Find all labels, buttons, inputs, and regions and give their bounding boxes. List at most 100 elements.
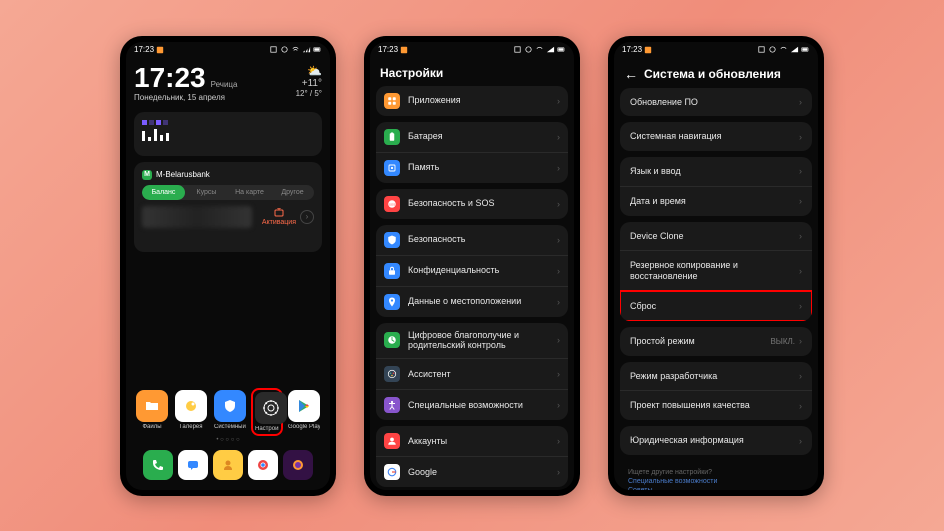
setting-wellbeing[interactable]: Цифровое благополучие и родительский кон… [376, 323, 568, 359]
row-label: Безопасность и SOS [408, 198, 557, 209]
dock-phone[interactable] [143, 450, 173, 480]
chevron-icon: › [799, 401, 802, 411]
app-row: Файлы Галерея Системный диспетчер Настро… [134, 390, 322, 434]
setting-lock[interactable]: Конфиденциальность› [376, 255, 568, 286]
row-label: Простой режим [630, 336, 770, 347]
tab-balance[interactable]: Баланс [142, 185, 185, 200]
status-bar: 17:23 [126, 42, 330, 58]
chevron-icon: › [557, 400, 560, 410]
chevron-icon: › [557, 266, 560, 276]
row-label: Google [408, 467, 557, 478]
clock-widget[interactable]: 17:23 Речица Понедельник, 15 апреля ⛅ +1… [134, 64, 322, 102]
lock-icon [384, 263, 400, 279]
date-label: Понедельник, 15 апреля [134, 93, 237, 102]
setting-accessibility[interactable]: Специальные возможности› [376, 389, 568, 420]
system-row[interactable]: Device Clone› [620, 222, 812, 251]
app-google-play[interactable]: Google Play [288, 390, 320, 434]
dock-messages[interactable] [178, 450, 208, 480]
weather-widget[interactable]: ⛅ +11° 12° / 5° [296, 64, 322, 98]
app-system-manager[interactable]: Системный диспетчер [214, 390, 246, 434]
setting-memory[interactable]: Память› [376, 152, 568, 183]
sos-icon: SOS [384, 196, 400, 212]
system-row[interactable]: Простой режимВЫКЛ. › [620, 327, 812, 356]
row-label: Резервное копирование и восстановление [630, 260, 799, 282]
settings-list[interactable]: Приложения› Батарея›Память› SOS Безопасност… [370, 86, 574, 490]
back-arrow-icon[interactable]: ← [624, 66, 638, 82]
system-row[interactable]: Режим разработчика› [620, 362, 812, 391]
chevron-icon: › [799, 266, 802, 276]
svg-text:SOS: SOS [389, 202, 395, 206]
app-gallery[interactable]: Галерея [175, 390, 207, 434]
bank-widget[interactable]: M M-Belarusbank Баланс Курсы На карте Др… [134, 162, 322, 252]
app-files[interactable]: Файлы [136, 390, 168, 434]
system-row[interactable]: Проект повышения качества› [620, 390, 812, 420]
temp-high: +11° [296, 78, 322, 89]
hint-link-tips[interactable]: Советы [628, 487, 804, 489]
setting-apps[interactable]: Приложения› [376, 86, 568, 116]
chevron-icon: › [557, 96, 560, 106]
chevron-icon: › [557, 163, 560, 173]
settings-title: Настройки [370, 58, 574, 86]
app-settings-highlighted[interactable]: Настройки [251, 388, 283, 436]
chevron-icon: › [799, 166, 802, 176]
row-label: Цифровое благополучие и родительский кон… [408, 330, 557, 352]
chevron-icon: › [799, 132, 802, 142]
wellbeing-icon [384, 332, 400, 348]
phone-home: 17:23 17:23 Речица Понедельник, 15 апрел… [120, 36, 336, 496]
chevron-icon: › [557, 369, 560, 379]
system-row[interactable]: Дата и время› [620, 186, 812, 216]
chevron-icon: › [799, 336, 802, 346]
bank-name: M-Belarusbank [156, 170, 210, 179]
system-list[interactable]: Обновление ПО›Системная навигация›Язык и… [614, 88, 818, 490]
setting-shield[interactable]: Безопасность› [376, 225, 568, 255]
bank-tabs: Баланс Курсы На карте Другое [142, 185, 314, 200]
chevron-icon: › [557, 199, 560, 209]
google-icon [384, 464, 400, 480]
home-time: 17:23 [134, 64, 206, 92]
system-header: ← Система и обновления [614, 58, 818, 88]
row-label: Специальные возможности [408, 400, 557, 411]
row-label: Безопасность [408, 234, 557, 245]
hint-link-accessibility[interactable]: Специальные возможности [628, 478, 804, 485]
system-row[interactable]: Сброс› [620, 291, 812, 321]
tab-other[interactable]: Другое [271, 185, 314, 200]
phone-system-updates: 17:23 ← Система и обновления Обновление … [608, 36, 824, 496]
phone-settings: 17:23 Настройки Приложения›Батарея›Памят… [364, 36, 580, 496]
temp-low: 12° / 5° [296, 89, 322, 98]
music-widget[interactable] [134, 112, 322, 156]
row-label: Язык и ввод [630, 166, 799, 177]
setting-google[interactable]: Google› [376, 456, 568, 487]
dock-firefox[interactable] [283, 450, 313, 480]
city-label: Речица [211, 80, 238, 89]
footer-hint: Ищете другие настройки?Специальные возмо… [620, 461, 812, 489]
setting-assistant[interactable]: Ассистент› [376, 358, 568, 389]
system-row[interactable]: Системная навигация› [620, 122, 812, 151]
system-row[interactable]: Язык и ввод› [620, 157, 812, 186]
row-label: Системная навигация [630, 131, 799, 142]
system-row[interactable]: Юридическая информация› [620, 426, 812, 455]
dock-contacts[interactable] [213, 450, 243, 480]
tab-map[interactable]: На карте [228, 185, 271, 200]
balance-blurred [142, 206, 252, 228]
row-value: ВЫКЛ. [770, 337, 795, 346]
activation-button[interactable]: Активация [262, 208, 296, 226]
setting-sos[interactable]: SOS Безопасность и SOS› [376, 189, 568, 219]
row-label: Дата и время [630, 196, 799, 207]
setting-battery[interactable]: Батарея› [376, 122, 568, 152]
row-label: Сброс [630, 301, 799, 312]
row-label: Проект повышения качества [630, 400, 799, 411]
system-row[interactable]: Обновление ПО› [620, 88, 812, 117]
system-row[interactable]: Резервное копирование и восстановление› [620, 250, 812, 291]
row-label: Ассистент [408, 369, 557, 380]
chevron-icon: › [799, 301, 802, 311]
tab-rates[interactable]: Курсы [185, 185, 228, 200]
chevron-icon: › [557, 467, 560, 477]
chevron-icon: › [557, 436, 560, 446]
chevron-button[interactable]: › [300, 210, 314, 224]
chevron-icon: › [799, 196, 802, 206]
shield-icon [384, 232, 400, 248]
accessibility-icon [384, 397, 400, 413]
dock-chrome[interactable] [248, 450, 278, 480]
setting-location[interactable]: Данные о местоположении› [376, 286, 568, 317]
setting-accounts[interactable]: Аккаунты› [376, 426, 568, 456]
